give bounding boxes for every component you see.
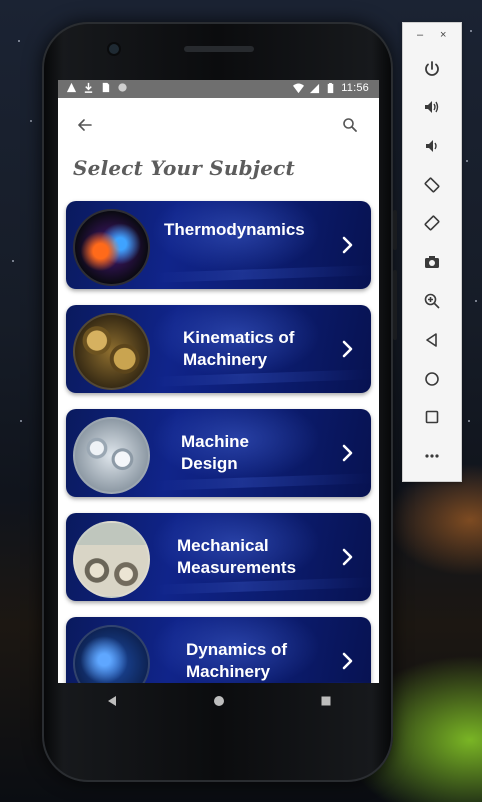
chevron-right-icon: [342, 444, 353, 462]
arrow-left-icon: [78, 119, 92, 131]
nav-overview-icon[interactable]: [320, 695, 332, 707]
subject-card-kinematics[interactable]: Kinematics of Machinery: [66, 305, 371, 393]
subject-thumbnail: [73, 313, 150, 390]
power-button[interactable]: [420, 57, 444, 81]
emu-back-button[interactable]: [420, 328, 444, 352]
rotate-left-button[interactable]: [420, 173, 444, 197]
power-side-button[interactable]: [393, 210, 397, 250]
power-icon: [425, 61, 439, 76]
phone-screen: 11:56 Select Your Subject Thermodynamics…: [58, 80, 379, 683]
download-icon: [84, 82, 93, 93]
chevron-right-icon: [342, 340, 353, 358]
subject-thumbnail: [73, 521, 150, 598]
front-camera: [109, 44, 119, 54]
subject-label: Mechanical Measurements: [177, 536, 297, 577]
subject-label: Machine Design: [181, 432, 250, 473]
subject-thumbnail: [73, 209, 150, 286]
back-icon: [426, 333, 437, 347]
search-button[interactable]: [337, 112, 363, 138]
search-icon: [343, 118, 357, 132]
emu-overview-button[interactable]: [420, 405, 444, 429]
volume-down-button[interactable]: [420, 134, 444, 158]
subject-thumbnail: [73, 625, 150, 683]
sd-card-icon: [102, 82, 110, 93]
earpiece-speaker: [184, 46, 254, 52]
sync-icon: [118, 83, 127, 92]
zoom-icon: [424, 293, 440, 309]
subject-thumbnail: [73, 417, 150, 494]
subject-card-machine-design[interactable]: Machine Design: [66, 409, 371, 497]
status-time: 11:56: [341, 82, 369, 94]
android-navigation-bar: [58, 683, 379, 719]
app-bar: [58, 98, 379, 152]
emu-home-button[interactable]: [420, 367, 444, 391]
status-bar: 11:56: [58, 80, 379, 98]
rotate-right-button[interactable]: [420, 211, 444, 235]
subject-card-thermodynamics[interactable]: Thermodynamics: [66, 201, 371, 289]
chevron-right-icon: [342, 652, 353, 670]
page-title: Select Your Subject: [73, 156, 295, 180]
nav-back-icon[interactable]: [106, 695, 118, 707]
wifi-icon: [293, 82, 305, 93]
subject-card-mechanical-measurements[interactable]: Mechanical Measurements: [66, 513, 371, 601]
more-button[interactable]: [420, 444, 444, 468]
subject-card-dynamics[interactable]: Dynamics of Machinery: [66, 617, 371, 683]
home-icon: [425, 372, 439, 386]
screenshot-button[interactable]: [420, 250, 444, 274]
subject-label: Thermodynamics: [164, 220, 305, 239]
volume-side-button[interactable]: [393, 270, 397, 340]
volume-up-button[interactable]: [420, 95, 444, 119]
zoom-button[interactable]: [420, 289, 444, 313]
volume-down-icon: [426, 140, 437, 152]
emulator-toolbar: – ×: [402, 22, 462, 482]
chevron-right-icon: [342, 548, 353, 566]
back-button[interactable]: [72, 112, 98, 138]
battery-icon: [328, 82, 334, 93]
more-icon: [425, 454, 439, 458]
subject-label: Dynamics of Machinery: [186, 640, 288, 681]
volume-up-icon: [425, 101, 439, 113]
warning-icon: [66, 82, 77, 93]
rotate-left-icon: [424, 177, 440, 193]
subject-list: Thermodynamics Kinematics of Machinery M…: [66, 201, 371, 683]
chevron-right-icon: [342, 236, 353, 254]
nav-home-icon[interactable]: [213, 695, 225, 707]
minimize-button[interactable]: –: [417, 29, 423, 41]
close-button[interactable]: ×: [440, 29, 446, 41]
rotate-right-icon: [424, 215, 440, 231]
signal-icon: [310, 83, 320, 93]
overview-icon: [425, 410, 439, 424]
subject-label: Kinematics of Machinery: [183, 328, 295, 369]
camera-icon: [425, 256, 439, 268]
